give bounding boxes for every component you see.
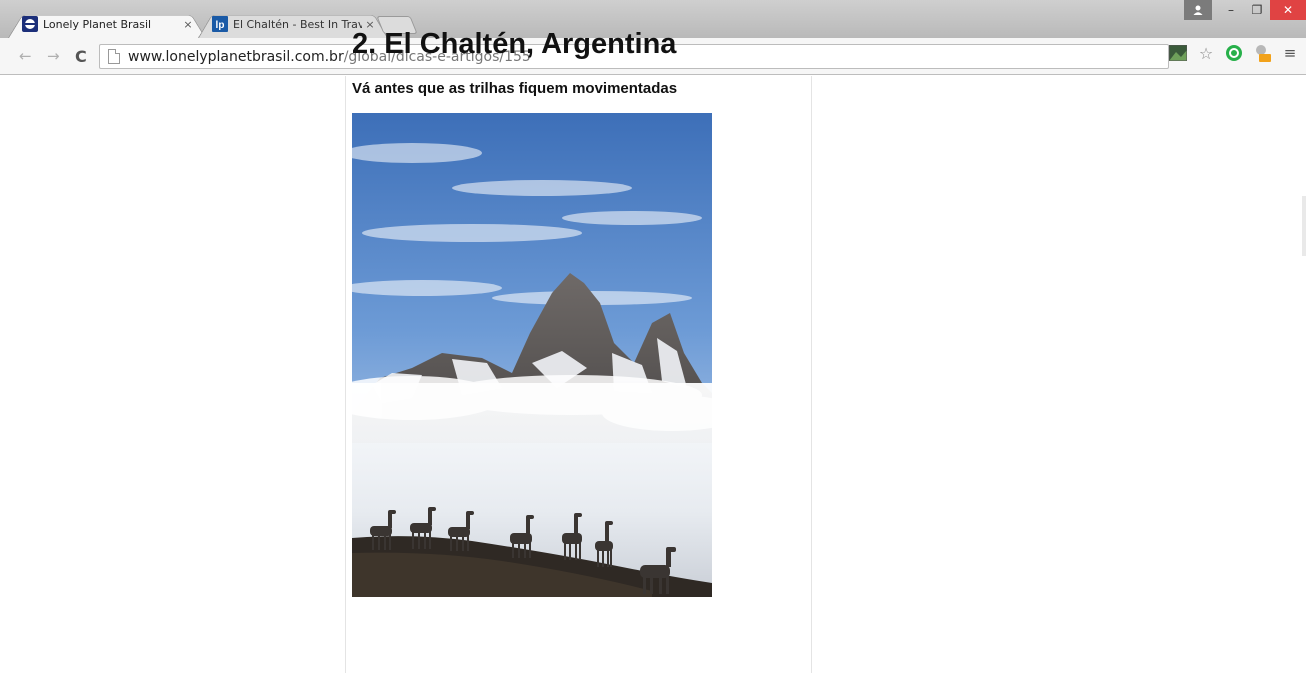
tab-close-icon[interactable]: × — [180, 18, 196, 31]
tab-title: El Chaltén - Best In Travel — [233, 17, 362, 31]
article: 2. El Chaltén, Argentina Vá antes que as… — [352, 28, 792, 97]
back-arrow-icon[interactable]: ← — [19, 47, 32, 65]
tab-title: Lonely Planet Brasil — [43, 17, 152, 31]
chrome-menu-icon[interactable]: ≡ — [1280, 43, 1300, 63]
page-icon — [108, 49, 120, 64]
close-window-button[interactable]: ✕ — [1270, 0, 1306, 20]
forward-arrow-icon[interactable]: → — [47, 47, 60, 65]
svg-text:lp: lp — [216, 20, 225, 31]
user-profile-icon[interactable] — [1184, 0, 1212, 20]
reload-icon[interactable]: C — [75, 47, 87, 66]
green-extension-icon[interactable] — [1224, 43, 1244, 63]
lonely-planet-globe-icon — [22, 16, 38, 32]
puzzle-extension-icon[interactable] — [1252, 43, 1272, 63]
article-heading: 2. El Chaltén, Argentina — [352, 28, 677, 60]
minimize-button[interactable]: – — [1218, 0, 1244, 20]
article-subheading: Vá antes que as trilhas fiquem movimenta… — [352, 80, 678, 97]
image-extension-icon[interactable] — [1168, 43, 1188, 63]
window-controls: – ❐ ✕ — [1184, 0, 1306, 20]
column-divider — [345, 76, 346, 673]
tab-lonely-planet-brasil[interactable]: Lonely Planet Brasil × — [8, 10, 206, 38]
mountain-with-guanacos-photo — [352, 113, 712, 597]
toolbar-icons: ☆ ≡ — [1168, 43, 1306, 63]
column-divider — [811, 76, 812, 673]
maximize-button[interactable]: ❐ — [1244, 0, 1270, 20]
bookmark-star-icon[interactable]: ☆ — [1196, 43, 1216, 63]
url-host: www.lonelyplanetbrasil.com.br — [128, 48, 344, 65]
scrollbar[interactable] — [1302, 196, 1306, 256]
lp-logo-icon: lp — [212, 16, 228, 32]
